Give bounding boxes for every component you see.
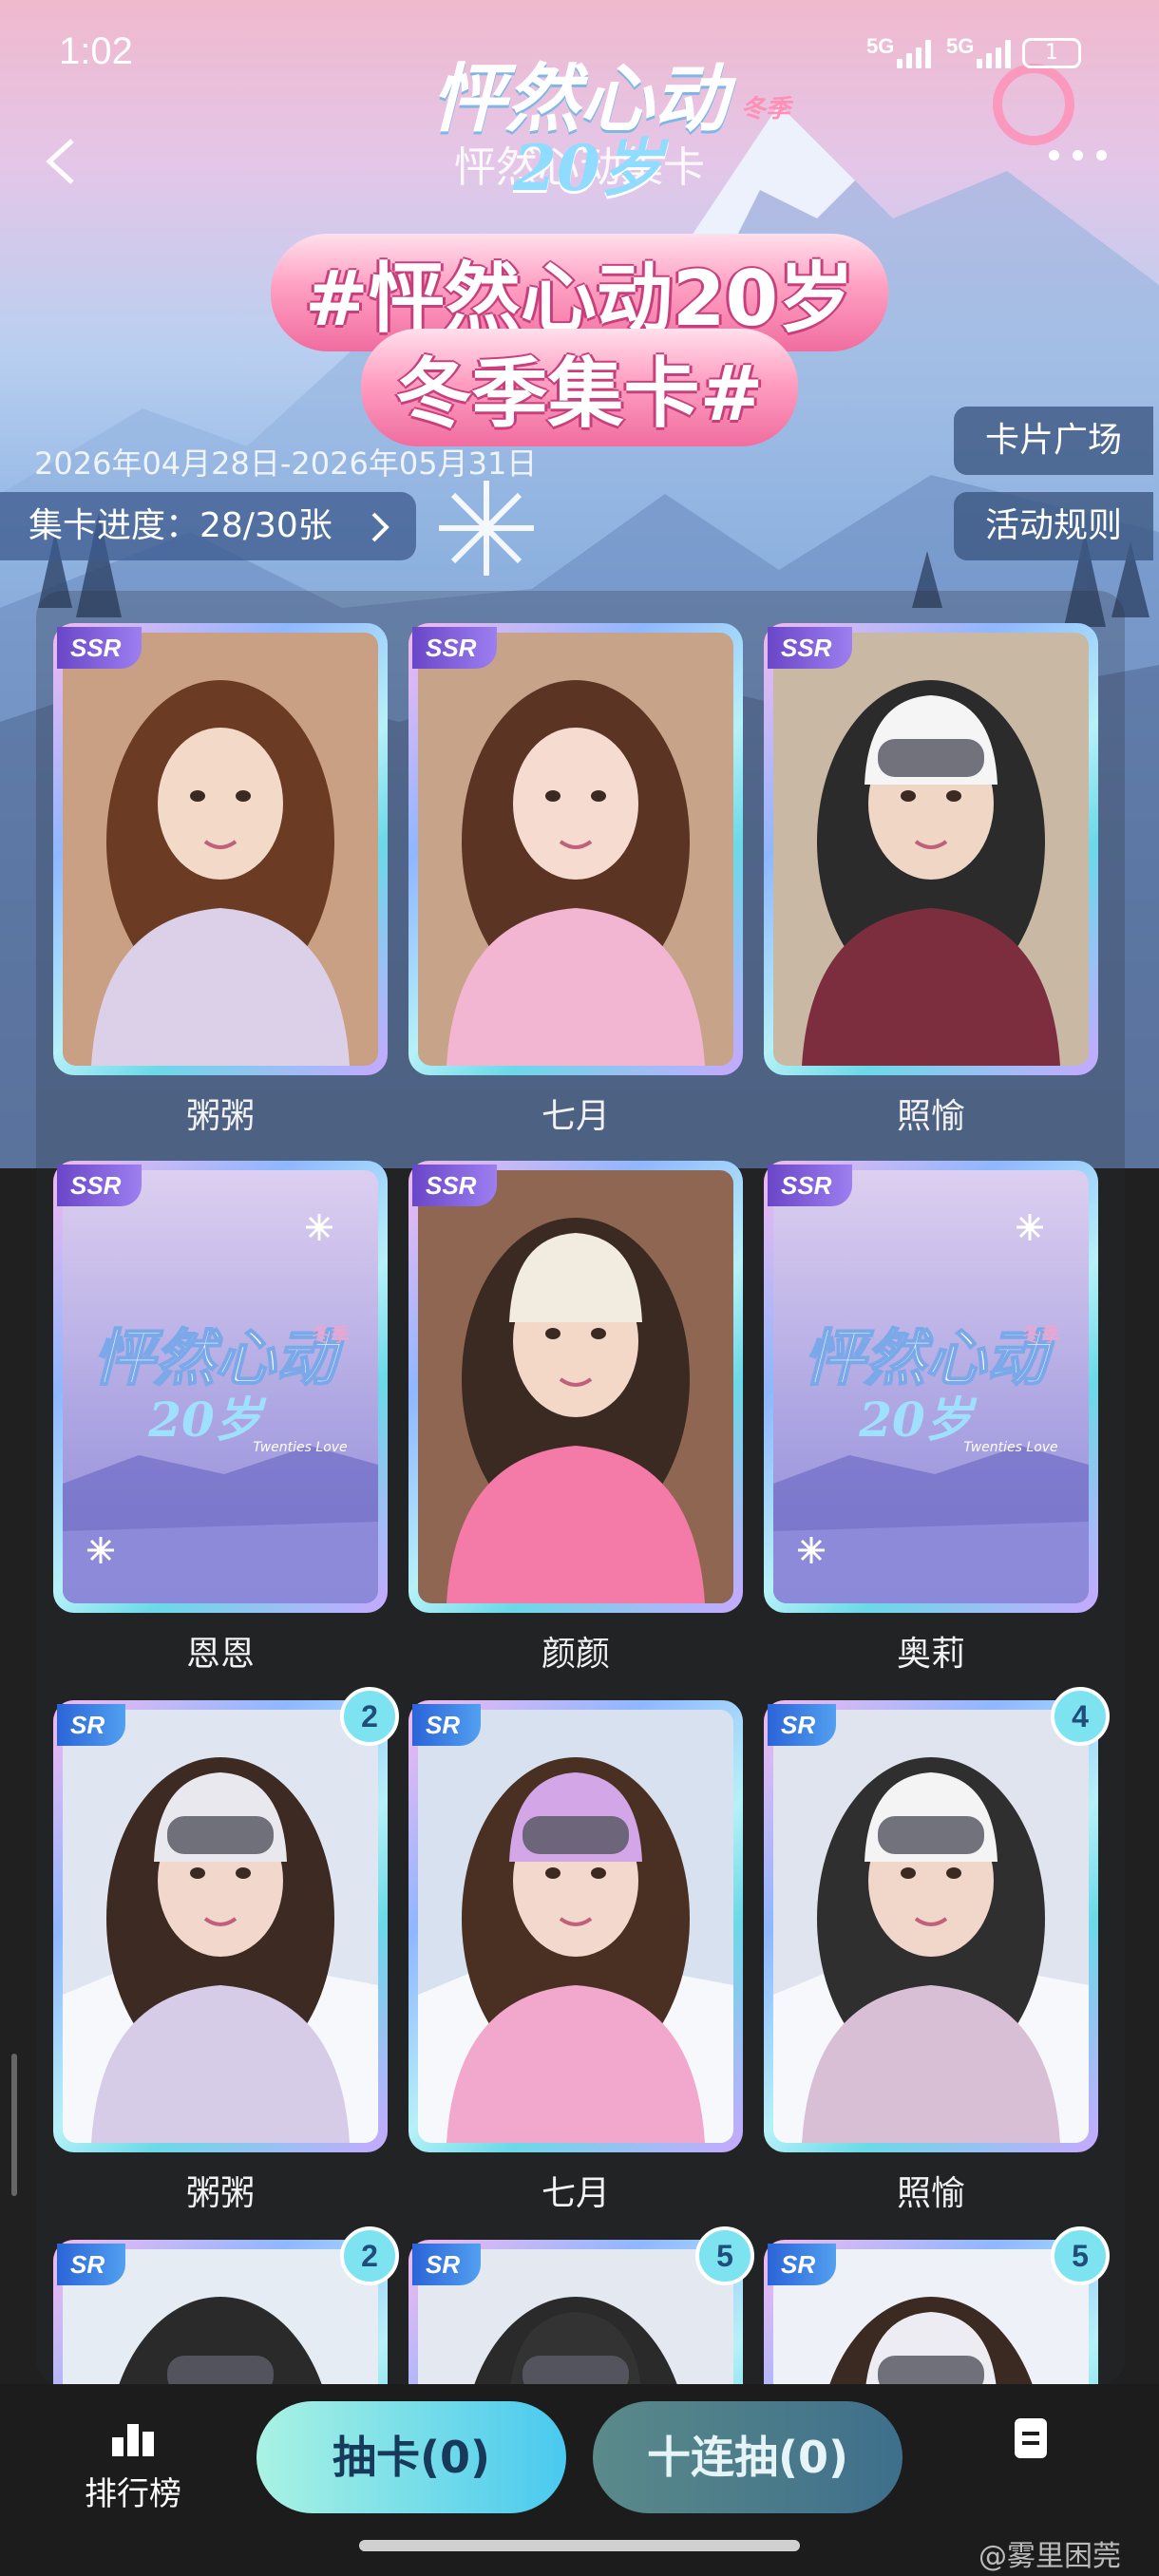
ten-draw-button[interactable]: 十连抽(0)	[593, 2401, 902, 2513]
rarity-badge: SSR	[412, 627, 498, 669]
card-artwork: 怦然心动 20岁 冬季 Twenties Love	[773, 1170, 1089, 1603]
rarity-badge: SSR	[412, 1165, 498, 1206]
collection-card[interactable]: SR	[764, 1700, 1098, 2152]
card-name: 粥粥	[185, 2174, 255, 2213]
card-name: 奥莉	[896, 1635, 965, 1674]
activity-rules-button[interactable]: 活动规则	[954, 492, 1153, 560]
duplicate-count-badge: 5	[1051, 2226, 1110, 2285]
rarity-badge: SSR	[768, 1165, 853, 1206]
card-book-icon	[1015, 2418, 1047, 2458]
card-artwork	[773, 1710, 1089, 2143]
collection-card[interactable]: SSR	[408, 1161, 743, 1613]
card-name: 粥粥	[185, 1097, 255, 1136]
duplicate-count-badge: 2	[340, 1687, 399, 1746]
watermark: @雾里困莞	[978, 2540, 1121, 2573]
rarity-badge: SR	[768, 2244, 837, 2285]
home-indicator[interactable]	[359, 2540, 800, 2551]
card-name: 恩恩	[185, 1635, 255, 1674]
signal-bars-icon	[897, 38, 931, 68]
card-name: 照愉	[896, 2174, 965, 2213]
svg-text:20岁: 20岁	[147, 1392, 267, 1448]
card-artwork	[63, 633, 378, 1066]
rarity-badge: SR	[768, 1704, 837, 1746]
app-screen: 1:02 5G 5G 1 怦然心动集卡 怦然心动 20岁 冬季 #怦然心动20岁…	[0, 0, 1159, 2576]
card-name: 七月	[541, 2174, 610, 2213]
rarity-badge: SR	[412, 1704, 482, 1746]
card-artwork: 怦然心动 20岁 冬季 Twenties Love	[63, 1170, 378, 1603]
card-name: 七月	[541, 1097, 610, 1136]
collection-card[interactable]: SR	[53, 1700, 388, 2152]
collection-progress-button[interactable]: 集卡进度：28/30张	[0, 492, 416, 560]
svg-text:Twenties Love: Twenties Love	[253, 1440, 347, 1455]
chevron-right-icon	[371, 512, 390, 542]
collection-card[interactable]: SSR	[53, 623, 388, 1075]
duplicate-count-badge: 5	[695, 2226, 754, 2285]
scrollbar[interactable]	[11, 2054, 17, 2196]
duplicate-count-badge: 2	[340, 2226, 399, 2285]
card-name: 颜颜	[541, 1635, 610, 1674]
svg-text:20岁: 20岁	[858, 1392, 978, 1448]
leaderboard-label: 排行榜	[85, 2475, 181, 2513]
card-artwork	[418, 1170, 733, 1603]
svg-text:Twenties Love: Twenties Love	[963, 1440, 1057, 1455]
svg-text:冬季: 冬季	[1022, 1323, 1060, 1346]
collection-card[interactable]: SSR	[764, 623, 1098, 1075]
draw-card-button[interactable]: 抽卡(0)	[256, 2401, 566, 2513]
more-options-button[interactable]	[1049, 150, 1115, 169]
rarity-badge: SR	[57, 1704, 126, 1746]
svg-text:怦然心动: 怦然心动	[804, 1323, 1054, 1394]
rarity-badge: SSR	[57, 1165, 142, 1206]
card-plaza-button[interactable]: 卡片广场	[954, 407, 1153, 475]
card-name: 照愉	[896, 1097, 965, 1136]
battery-icon: 1	[1022, 38, 1081, 68]
collection-progress-label: 集卡进度：28/30张	[28, 506, 332, 545]
leaderboard-icon	[112, 2424, 154, 2456]
signal-bars-icon	[977, 38, 1011, 68]
collection-card[interactable]: 怦然心动 20岁 冬季 Twenties Love SSR	[764, 1161, 1098, 1613]
card-artwork	[63, 1710, 378, 2143]
svg-text:怦然心动: 怦然心动	[93, 1323, 344, 1394]
rarity-badge: SSR	[768, 627, 853, 669]
collection-card[interactable]: SR	[408, 1700, 743, 2152]
collection-card[interactable]: 怦然心动 20岁 冬季 Twenties Love SSR	[53, 1161, 388, 1613]
rarity-badge: SR	[412, 2244, 482, 2285]
card-book-button[interactable]	[1013, 2415, 1051, 2462]
rarity-badge: SSR	[57, 627, 142, 669]
card-artwork	[773, 633, 1089, 1066]
duplicate-count-badge: 4	[1051, 1687, 1110, 1746]
card-artwork	[418, 1710, 733, 2143]
svg-text:冬季: 冬季	[312, 1323, 350, 1346]
signal-label-1: 5G	[866, 34, 895, 58]
collection-card[interactable]: SSR	[408, 623, 743, 1075]
event-date-range: 2026年04月28日-2026年05月31日	[34, 445, 538, 482]
card-artwork	[418, 633, 733, 1066]
logo-subtitle: 20岁	[513, 131, 663, 205]
signal-label-2: 5G	[946, 34, 975, 58]
logo-tag: 冬季	[741, 95, 791, 123]
leaderboard-button[interactable]: 排行榜	[76, 2420, 190, 2525]
status-time: 1:02	[59, 30, 133, 72]
rarity-badge: SR	[57, 2244, 126, 2285]
